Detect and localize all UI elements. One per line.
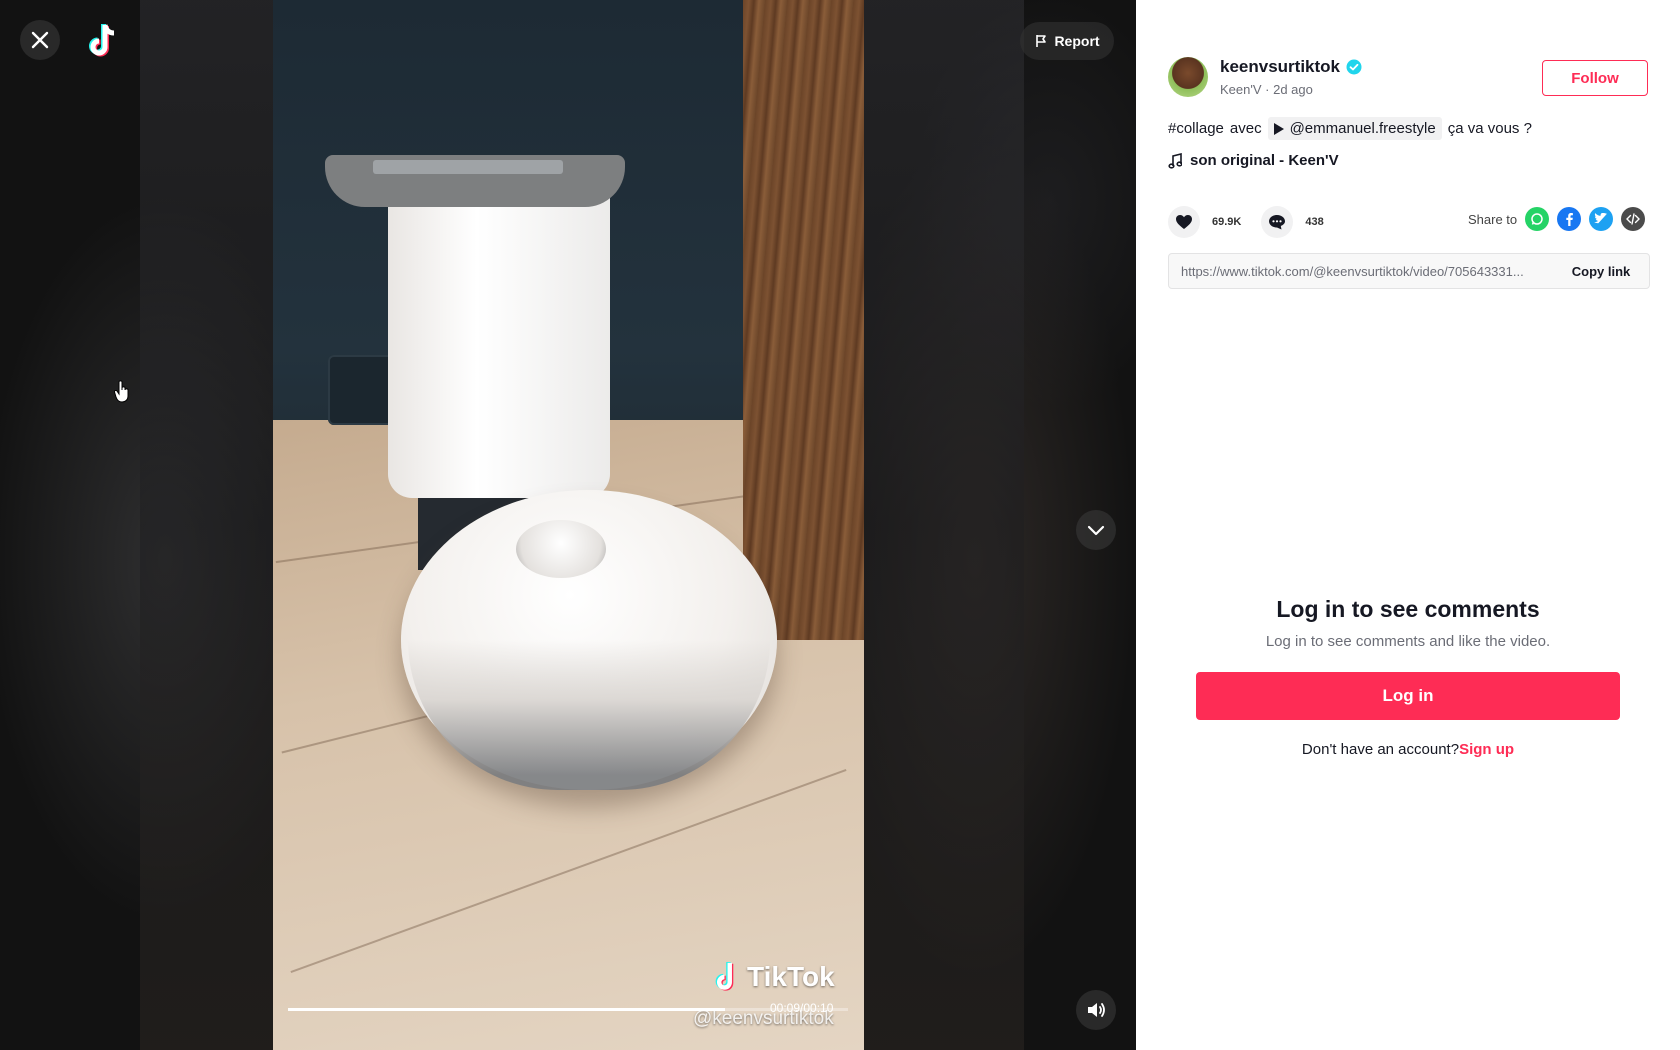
facebook-icon[interactable] xyxy=(1557,207,1582,231)
twitter-icon[interactable] xyxy=(1589,207,1614,231)
share-link-box: https://www.tiktok.com/@keenvsurtiktok/v… xyxy=(1168,253,1650,289)
embed-icon[interactable] xyxy=(1621,207,1646,231)
music-label: son original - Keen'V xyxy=(1190,152,1339,169)
like-button[interactable] xyxy=(1168,206,1200,238)
author-username[interactable]: keenvsurtiktok xyxy=(1220,57,1340,77)
video-time: 00:09/00:10 xyxy=(770,1001,834,1015)
comment-count: 438 xyxy=(1305,216,1324,228)
next-video-button[interactable] xyxy=(1076,510,1116,550)
play-icon xyxy=(1273,122,1284,135)
hand-cursor-icon xyxy=(114,380,129,403)
video-scene-wood-panel xyxy=(743,0,864,640)
tiktok-logo-icon[interactable] xyxy=(86,22,120,60)
robot-station-lid xyxy=(373,160,563,174)
report-button[interactable]: Report xyxy=(1020,22,1114,60)
video-viewer: Report TikTok @keenvsurtiktok 00:09/00:1… xyxy=(0,0,1136,1050)
verified-badge-icon xyxy=(1346,59,1362,75)
blurred-backdrop-right xyxy=(864,0,1024,1050)
blurred-backdrop-left xyxy=(140,0,280,1050)
copy-link-button[interactable]: Copy link xyxy=(1553,264,1649,279)
caption-hashtag[interactable]: #collage xyxy=(1168,120,1224,137)
comments-gate-title: Log in to see comments xyxy=(1276,596,1540,622)
watermark-brand: TikTok xyxy=(747,961,835,992)
comments-gate-subtitle: Log in to see comments and like the vide… xyxy=(1265,633,1551,650)
comment-icon xyxy=(1269,215,1286,230)
engagement-stats: 69.9K 438 xyxy=(1168,206,1324,238)
signup-row: Don't have an account?Sign up xyxy=(1136,741,1680,758)
music-note-icon xyxy=(1168,152,1182,169)
caption-mention-chip[interactable]: @emmanuel.freestyle xyxy=(1267,117,1442,140)
caption-connector: avec xyxy=(1229,120,1262,137)
robot-station-body xyxy=(388,198,610,498)
caption-trailing: ça va vous ? xyxy=(1447,120,1532,137)
watermark-logo: TikTok xyxy=(713,960,835,994)
follow-button[interactable]: Follow xyxy=(1542,60,1648,96)
comment-button[interactable] xyxy=(1261,206,1294,238)
robot-vacuum-sensor xyxy=(516,520,606,578)
speaker-icon xyxy=(1088,1003,1105,1017)
close-icon xyxy=(31,31,49,49)
share-row: Share to xyxy=(1468,207,1646,231)
chevron-down-icon xyxy=(1087,525,1105,536)
video-player[interactable]: TikTok @keenvsurtiktok xyxy=(273,0,864,1050)
video-progress-fill xyxy=(288,1008,725,1011)
report-label: Report xyxy=(1054,33,1100,49)
author-display-name: Keen'V xyxy=(1220,82,1262,97)
share-label: Share to xyxy=(1468,211,1518,227)
caption-mention: @emmanuel.freestyle xyxy=(1289,120,1436,137)
close-button[interactable] xyxy=(20,20,60,60)
like-count: 69.9K xyxy=(1212,216,1242,228)
share-link-url[interactable]: https://www.tiktok.com/@keenvsurtiktok/v… xyxy=(1169,264,1553,279)
volume-button[interactable] xyxy=(1076,990,1116,1030)
whatsapp-icon[interactable] xyxy=(1525,207,1550,231)
post-age: 2d ago xyxy=(1273,82,1313,97)
author-username-row[interactable]: keenvsurtiktok xyxy=(1220,57,1362,77)
subline-separator: · xyxy=(1265,82,1270,97)
details-panel: keenvsurtiktok Keen'V · 2d ago Follow #c… xyxy=(1136,0,1680,1050)
video-caption: #collage avec @emmanuel.freestyle ça va … xyxy=(1168,117,1532,140)
music-link[interactable]: son original - Keen'V xyxy=(1168,152,1339,169)
video-progress-bar[interactable] xyxy=(288,1008,848,1011)
heart-icon xyxy=(1176,215,1192,229)
signup-link[interactable]: Sign up xyxy=(1459,741,1514,758)
flag-icon xyxy=(1036,35,1047,47)
avatar[interactable] xyxy=(1168,57,1208,97)
author-subline: Keen'V · 2d ago xyxy=(1220,82,1313,97)
no-account-text: Don't have an account? xyxy=(1301,741,1460,758)
tiktok-watermark-icon xyxy=(715,962,734,991)
login-button[interactable]: Log in xyxy=(1196,672,1620,720)
